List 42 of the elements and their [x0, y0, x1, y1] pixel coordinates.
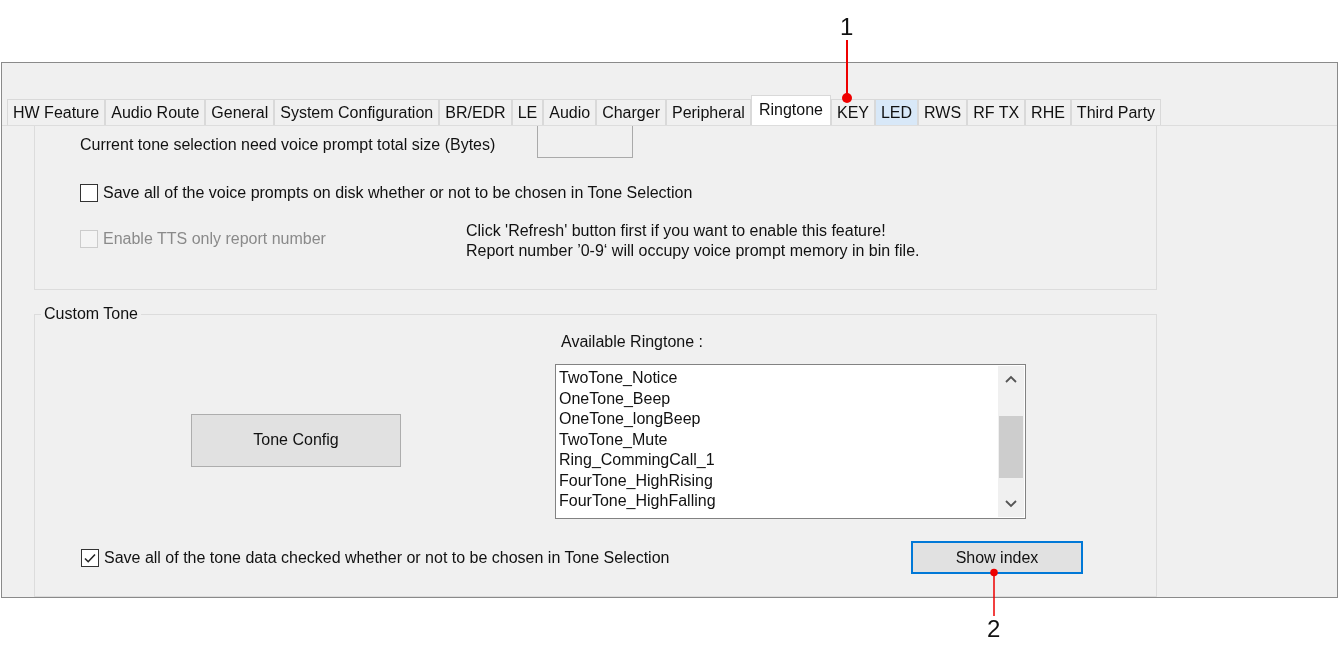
tab[interactable]: BR/EDR: [439, 99, 512, 125]
callout-pointer: [840, 40, 853, 104]
tab[interactable]: System Configuration: [274, 99, 440, 125]
checkbox[interactable]: [80, 184, 98, 202]
size-field[interactable]: [537, 126, 634, 158]
scrollbar[interactable]: [998, 366, 1024, 517]
size-label: Current tone selection need voice prompt total size (Bytes): [80, 136, 496, 154]
list-item[interactable]: OneTone_longBeep: [559, 409, 997, 430]
note-text: Click 'Refresh' button first if you want to enable this feature!: [466, 222, 887, 240]
callout-number: 2: [987, 616, 1001, 642]
ringtone-label: Available Ringtone :: [561, 333, 705, 351]
tab[interactable]: KEY: [830, 99, 875, 125]
tab[interactable]: Third Party: [1070, 99, 1162, 125]
tab[interactable]: RHE: [1025, 99, 1071, 125]
tab[interactable]: Peripheral: [665, 99, 751, 125]
show-index-button[interactable]: Show index: [911, 541, 1083, 574]
checkbox-label: Save all of the tone data checked whether or not to be chosen in Tone Selection: [104, 548, 670, 567]
list-item[interactable]: FourTone_HighFalling: [559, 491, 997, 512]
tab[interactable]: LE: [511, 99, 544, 125]
tab[interactable]: Audio Route: [105, 99, 206, 125]
list-item[interactable]: TwoTone_Notice: [559, 368, 997, 389]
checkbox-label: Enable TTS only report number: [103, 230, 326, 248]
tab[interactable]: General: [205, 99, 275, 125]
list-item[interactable]: TwoTone_Mute: [559, 429, 997, 450]
tone-config-button[interactable]: Tone Config: [191, 413, 401, 467]
scroll-thumb[interactable]: [999, 416, 1023, 478]
tab[interactable]: RF TX: [967, 99, 1026, 125]
tab[interactable]: RWS: [918, 99, 968, 125]
tab[interactable]: Charger: [596, 99, 666, 125]
tab[interactable]: LED: [874, 99, 919, 125]
checkbox-label: Save all of the voice prompts on disk whether or not to be chosen in Tone Selection: [103, 184, 693, 202]
list-item[interactable]: FourTone_HighRising: [559, 470, 997, 491]
ringtone-list[interactable]: TwoTone_Notice OneTone_Beep OneTone_longBeep TwoTone_Mute Ring_CommingCall_1 FourTone_HighRising FourTone_HighFalling: [555, 364, 1026, 519]
tab[interactable]: Audio: [543, 99, 597, 125]
checkbox[interactable]: [81, 548, 99, 567]
list-item[interactable]: OneTone_Beep: [559, 388, 997, 409]
list-item[interactable]: Ring_CommingCall_1: [559, 450, 997, 471]
callout-pointer: [987, 568, 1000, 616]
tab[interactable]: HW Feature: [7, 99, 106, 125]
tab[interactable]: Ringtone: [750, 95, 831, 125]
note-text: Report number ’0-9‘ will occupy voice prompt memory in bin file.: [466, 242, 920, 260]
callout-number: 1: [840, 14, 854, 40]
